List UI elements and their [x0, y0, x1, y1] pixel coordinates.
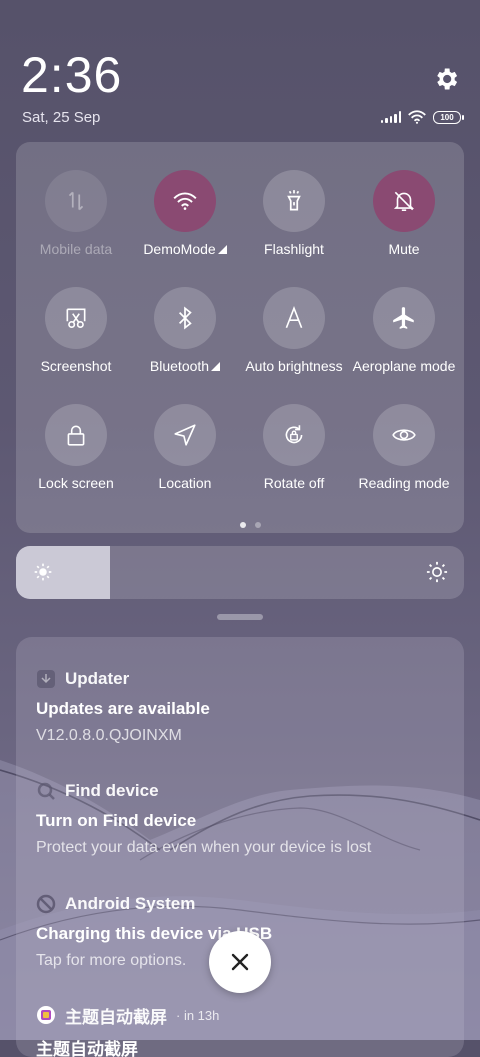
tile-label: Auto brightness — [245, 358, 343, 374]
tile-label: Mobile data — [39, 241, 113, 257]
tile-label: Reading mode — [358, 475, 450, 491]
signal-icon — [380, 111, 401, 123]
tile-label: Flashlight — [264, 241, 324, 257]
auto-brightness-icon — [263, 287, 325, 349]
screenshot-icon — [45, 287, 107, 349]
tile-auto-brightness[interactable]: Auto brightness — [239, 287, 349, 374]
notification-find-device[interactable]: Find device Turn on Find device Protect … — [36, 780, 456, 857]
wifi-icon — [154, 170, 216, 232]
eye-icon — [373, 404, 435, 466]
updater-icon — [37, 670, 55, 688]
expand-arrow-icon — [217, 245, 227, 254]
notification-updater[interactable]: Updater Updates are available V12.0.8.0.… — [36, 668, 456, 745]
tile-mobile-data[interactable]: Mobile data — [21, 170, 131, 257]
tile-flashlight[interactable]: Flashlight — [239, 170, 349, 257]
wifi-icon — [408, 110, 426, 124]
page-dot — [255, 522, 261, 528]
tile-label: Lock screen — [38, 475, 114, 491]
notification-app-name: Find device — [65, 781, 159, 800]
tile-label: Aeroplane mode — [352, 358, 456, 374]
tile-label: Screenshot — [40, 358, 112, 374]
page-indicator — [240, 522, 261, 528]
tile-location[interactable]: Location — [130, 404, 240, 491]
quick-settings-panel: Mobile data DemoMode Flashlight Mute Scr… — [16, 142, 464, 533]
tile-label: Mute — [388, 241, 420, 257]
tile-aeroplane-mode[interactable]: Aeroplane mode — [349, 287, 459, 374]
battery-icon: 100 — [433, 110, 464, 124]
date: Sat, 25 Sep — [22, 109, 101, 126]
tile-mute[interactable]: Mute — [349, 170, 459, 257]
rotate-lock-icon — [263, 404, 325, 466]
notification-app-name: Android System — [65, 894, 196, 913]
notification-theme-screenshot[interactable]: 主题自动截屏 · in 13h 主题自动截屏 — [36, 1004, 456, 1057]
notification-title: Updates are available — [36, 699, 210, 718]
tile-label: Rotate off — [263, 475, 325, 491]
tile-bluetooth[interactable]: Bluetooth — [130, 287, 240, 374]
close-button[interactable] — [209, 931, 271, 993]
airplane-icon — [373, 287, 435, 349]
tile-rotate-off[interactable]: Rotate off — [239, 404, 349, 491]
notification-app-name: Updater — [65, 669, 130, 688]
brightness-high-icon — [426, 561, 448, 583]
tile-screenshot[interactable]: Screenshot — [21, 287, 131, 374]
find-device-icon — [37, 782, 55, 800]
gear-icon[interactable] — [432, 65, 460, 93]
brightness-fill — [16, 546, 111, 599]
notification-body: V12.0.8.0.QJOINXM — [36, 727, 182, 744]
brightness-low-icon — [34, 563, 52, 581]
notification-title: 主题自动截屏 — [36, 1040, 138, 1057]
tile-reading-mode[interactable]: Reading mode — [349, 404, 459, 491]
tile-label: Location — [158, 475, 212, 491]
notification-title: Turn on Find device — [36, 811, 197, 830]
expand-arrow-icon — [211, 362, 221, 371]
notification-time: · in 13h — [176, 1007, 220, 1023]
android-system-icon — [36, 894, 56, 914]
status-icons: 100 — [380, 110, 464, 124]
clock: 2:36 — [21, 47, 123, 103]
tile-label: Bluetooth — [130, 358, 240, 374]
notification-panel: Updater Updates are available V12.0.8.0.… — [16, 637, 464, 1057]
tile-label: DemoMode — [130, 241, 240, 257]
theme-app-icon — [37, 1006, 55, 1024]
tile-demomode[interactable]: DemoMode — [130, 170, 240, 257]
drag-handle[interactable] — [217, 614, 263, 620]
close-icon — [231, 953, 249, 971]
page-dot-active — [240, 522, 246, 528]
brightness-slider[interactable] — [16, 546, 464, 599]
notification-app-name: 主题自动截屏 — [65, 1007, 167, 1027]
bluetooth-icon — [154, 287, 216, 349]
notification-body: Protect your data even when your device … — [36, 839, 372, 856]
tile-lock-screen[interactable]: Lock screen — [21, 404, 131, 491]
mobile-data-icon — [45, 170, 107, 232]
flashlight-icon — [263, 170, 325, 232]
lock-icon — [45, 404, 107, 466]
bell-off-icon — [373, 170, 435, 232]
location-icon — [154, 404, 216, 466]
